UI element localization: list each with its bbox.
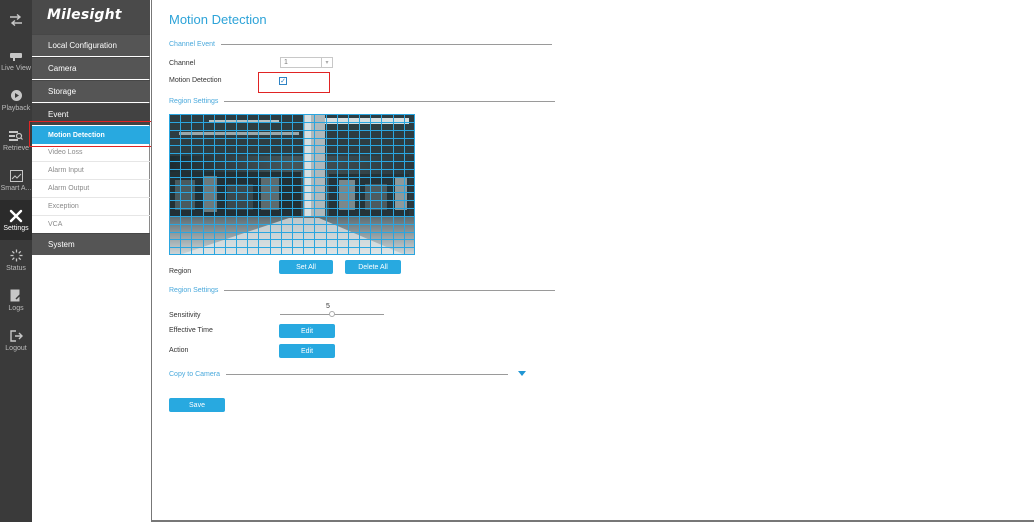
logo-bar: Milesight [32,0,150,34]
channel-label: Channel [169,60,196,67]
action-edit-button[interactable]: Edit [279,344,335,358]
section-divider [225,373,508,375]
section-channel-event: Channel Event [169,38,552,50]
status-icon [9,249,23,263]
expand-arrow-icon[interactable] [518,371,526,376]
rail-item-status[interactable]: Status [0,240,32,280]
menu-item-alarm-input[interactable]: Alarm Input [32,162,150,180]
smart-analytics-icon [9,169,23,183]
section-divider [220,43,552,45]
camera-preview[interactable] [169,114,415,255]
brand-logo: Milesight [47,7,122,23]
save-button[interactable]: Save [169,398,225,412]
rail-label: Settings [3,224,29,232]
chevron-down-icon[interactable]: ▾ [321,58,332,67]
rail-label: Logout [5,344,27,352]
section-title: Region Settings [169,286,219,294]
playback-icon [9,89,23,103]
rail-label: Playback [1,104,31,112]
section-title: Channel Event [169,40,215,48]
menu-item-alarm-output[interactable]: Alarm Output [32,180,150,198]
sensitivity-slider-handle[interactable] [329,311,335,317]
rail-item-live-view[interactable]: Live View [0,40,32,80]
section-title: Region Settings [169,97,219,105]
menu-item-exception[interactable]: Exception [32,198,150,216]
region-grid-canvas[interactable] [169,114,415,255]
section-region-settings-2: Region Settings [169,284,556,296]
rail-item-playback[interactable]: Playback [0,80,32,120]
switch-arrows-icon [9,13,23,27]
sensitivity-value: 5 [326,303,330,310]
menu-item-vca[interactable]: VCA [32,216,150,234]
rail-item-settings[interactable]: Settings [0,200,32,240]
rail-item-smart-analytics[interactable]: Smart A... [0,160,32,200]
rail-item-retrieve[interactable]: Retrieve [0,120,32,160]
effective-time-label: Effective Time [169,327,213,334]
retrieve-icon [9,129,23,143]
action-label: Action [169,347,189,354]
settings-menu: Milesight Local Configuration Camera Sto… [32,0,150,522]
section-divider [224,100,556,102]
highlight-callout-menu [29,121,153,147]
channel-select[interactable]: 1 ▾ [280,57,333,68]
rail-item-logout[interactable]: Logout [0,320,32,360]
rail-item-switch[interactable] [0,0,32,40]
menu-storage[interactable]: Storage [32,80,150,102]
highlight-callout-checkbox [258,72,330,93]
section-divider [224,289,556,291]
menu-camera[interactable]: Camera [32,57,150,79]
rail-item-logs[interactable]: Logs [0,280,32,320]
icon-rail: Live View Playback Retrieve Smart A... S… [0,0,32,522]
logs-icon [9,289,23,303]
menu-local-configuration[interactable]: Local Configuration [32,34,150,56]
rail-label: Status [6,264,26,272]
sensitivity-label: Sensitivity [169,312,201,319]
menu-system[interactable]: System [32,233,150,255]
page-title: Motion Detection [169,12,267,27]
delete-all-button[interactable]: Delete All [345,260,401,274]
effective-time-edit-button[interactable]: Edit [279,324,335,338]
region-label: Region [169,268,192,275]
menu-empty-area [32,255,150,522]
channel-select-value: 1 [284,59,288,66]
rail-label: Live View [1,64,31,72]
section-copy-to-camera: Copy to Camera [169,368,508,380]
copy-to-camera-label[interactable]: Copy to Camera [169,371,220,378]
rail-label: Logs [8,304,24,312]
motion-detection-label: Motion Detection [169,77,222,84]
rail-label: Smart A... [0,184,32,192]
settings-icon [9,209,23,223]
section-region-settings: Region Settings [169,95,556,107]
main-content: Motion Detection Channel Event Channel 1… [151,0,1034,522]
live-view-icon [9,49,23,63]
rail-label: Retrieve [2,144,30,152]
logout-icon [9,329,23,343]
set-all-button[interactable]: Set All [279,260,333,274]
